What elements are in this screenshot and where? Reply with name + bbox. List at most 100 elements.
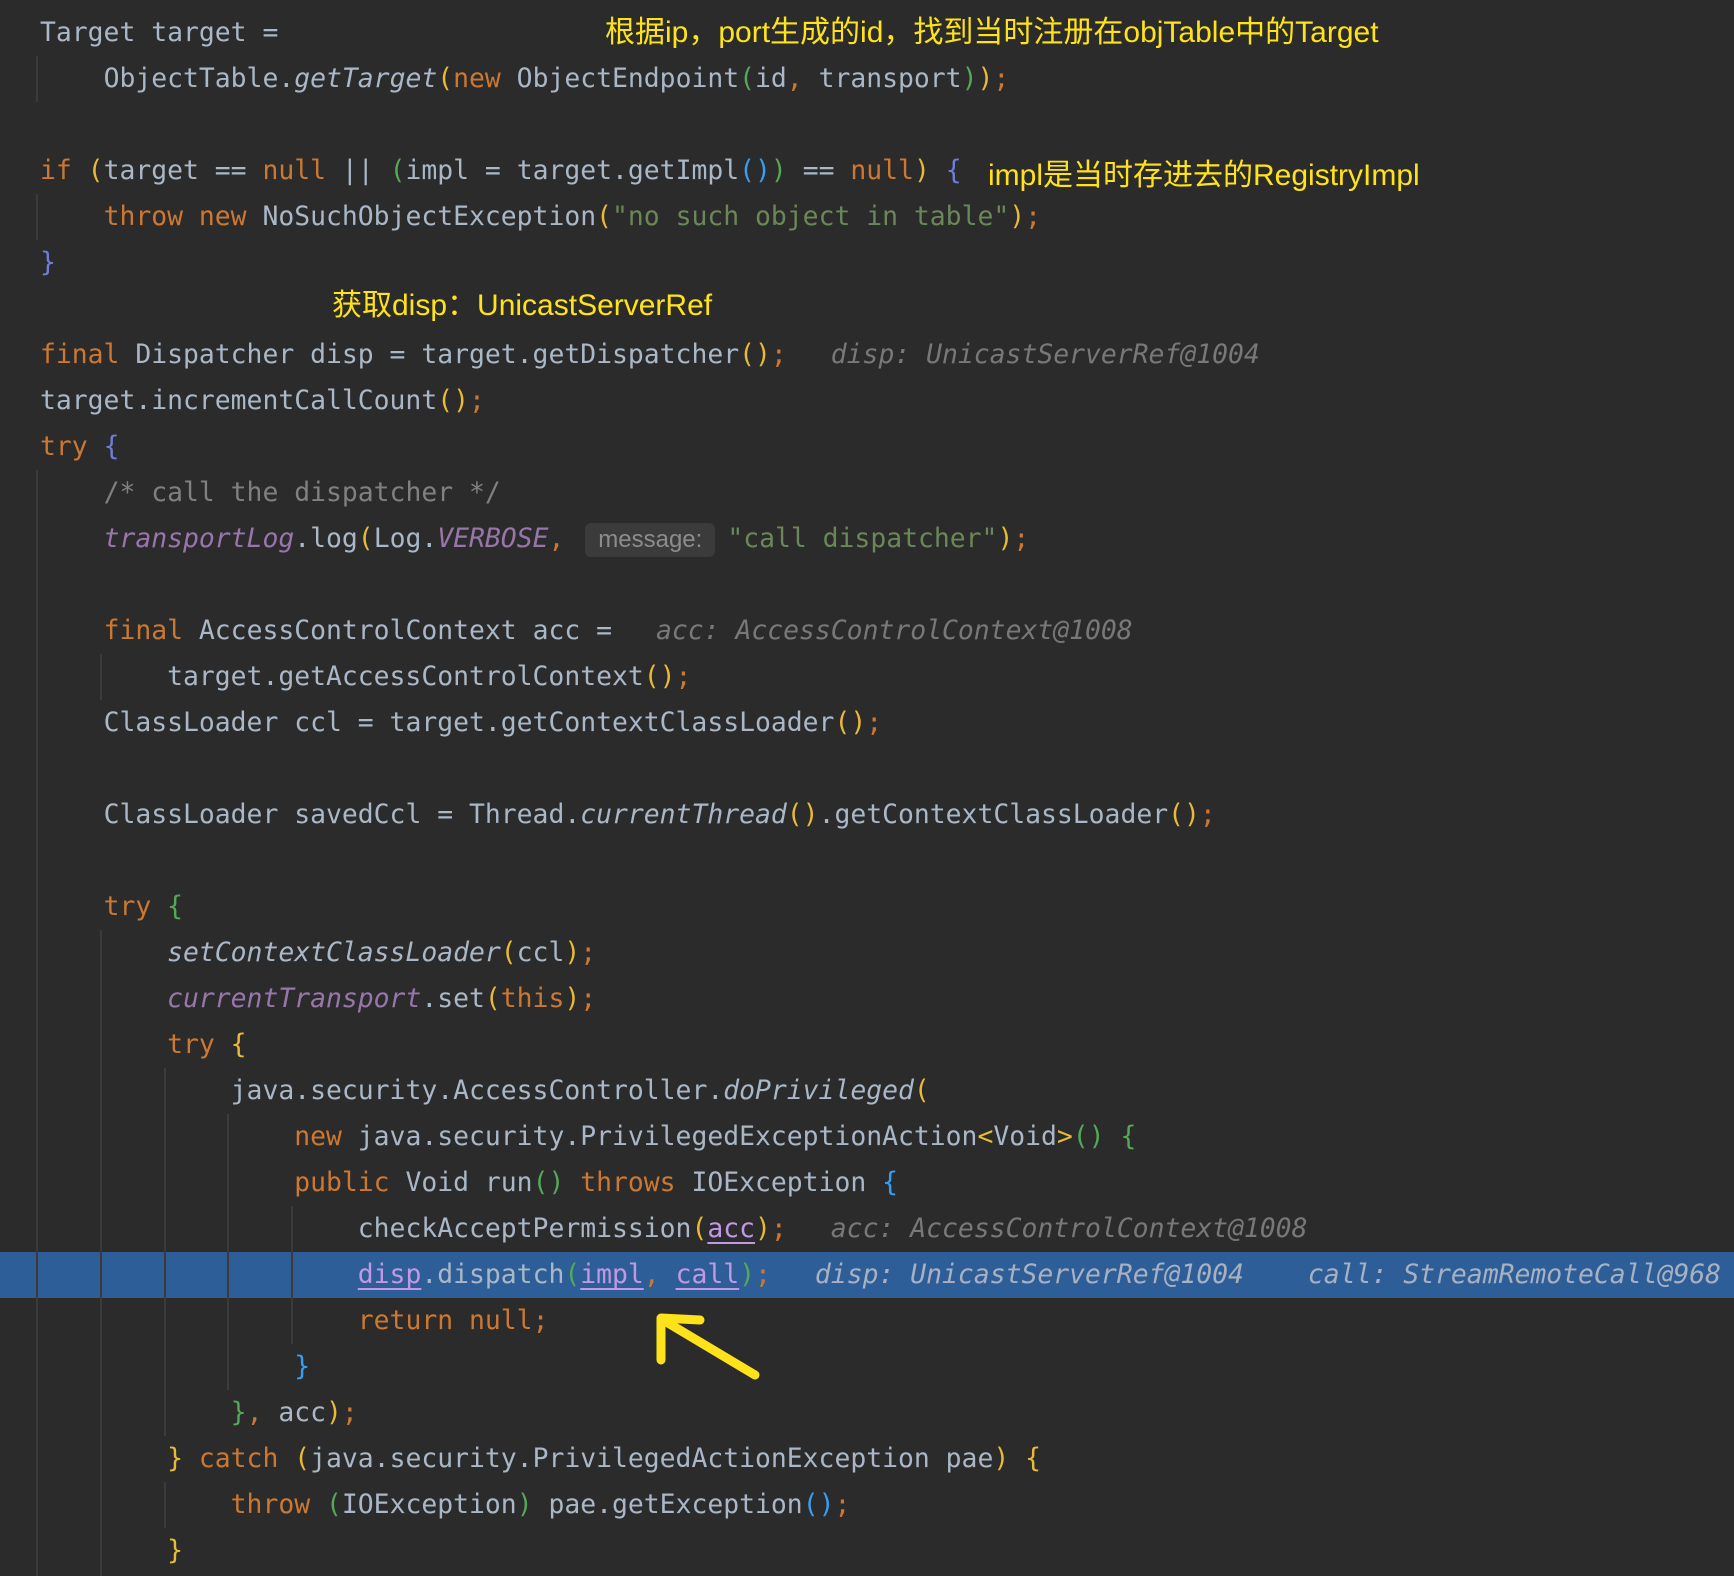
- code-line[interactable]: if (target == null || (impl = target.get…: [0, 148, 1734, 194]
- code-token: id: [755, 63, 787, 94]
- code-token: try: [40, 431, 88, 462]
- code-line[interactable]: throw (IOException) pae.getException();: [0, 1482, 1734, 1528]
- code-line[interactable]: ClassLoader savedCcl = Thread.currentThr…: [0, 792, 1734, 838]
- code-token: ;: [580, 983, 597, 1014]
- code-token: ;: [1199, 799, 1216, 830]
- code-line[interactable]: try {: [0, 424, 1734, 470]
- code-line[interactable]: final AccessControlContext acc = acc: Acc…: [0, 608, 1734, 654]
- code-line[interactable]: }: [0, 1344, 1734, 1390]
- code-token: AccessControlContext acc =: [183, 615, 613, 646]
- code-line[interactable]: final Dispatcher disp = target.getDispat…: [0, 332, 1734, 378]
- code-token: }: [167, 1535, 183, 1566]
- code-token: target.getAccessControlContext: [167, 661, 644, 692]
- code-token: (: [326, 1489, 342, 1520]
- code-token: getTarget: [294, 63, 438, 94]
- code-token: {: [1120, 1121, 1137, 1152]
- code-token: }: [230, 1397, 247, 1428]
- code-token: {: [882, 1167, 899, 1198]
- code-token: IOException: [675, 1167, 883, 1198]
- code-token: (: [87, 155, 104, 186]
- code-token: currentTransport: [167, 983, 422, 1014]
- code-token: Dispatcher disp = target.getDispatcher: [119, 339, 740, 370]
- code-line[interactable]: /* call the dispatcher */: [0, 470, 1734, 516]
- code-line[interactable]: ObjectTable.getTarget(new ObjectEndpoint…: [0, 56, 1734, 102]
- code-token: throw new: [103, 201, 247, 232]
- code-line[interactable]: throw new NoSuchObjectException("no such…: [0, 194, 1734, 240]
- code-token: }: [40, 247, 56, 278]
- code-line[interactable]: [0, 102, 1734, 148]
- code-token: (): [437, 385, 469, 416]
- code-token: java.security.PrivilegedActionException …: [310, 1443, 994, 1474]
- code-token: ;: [469, 385, 485, 416]
- code-line[interactable]: currentTransport.set(this);: [0, 976, 1734, 1022]
- code-line[interactable]: }: [0, 240, 1734, 286]
- code-token: ,: [246, 1397, 263, 1428]
- code-token: ;: [580, 937, 597, 968]
- code-token: (: [294, 1443, 311, 1474]
- code-token: Target target =: [40, 17, 279, 48]
- code-line[interactable]: public Void run() throws IOException {: [0, 1160, 1734, 1206]
- execution-point-line[interactable]: disp.dispatch(impl, call); disp: UnicastS…: [0, 1252, 1734, 1298]
- code-token: (: [389, 155, 406, 186]
- parameter-name-hint: message:: [585, 522, 716, 557]
- code-token: ClassLoader ccl = target.getContextClass…: [103, 707, 835, 738]
- code-token: ;: [1025, 201, 1042, 232]
- code-token: (): [802, 1489, 835, 1520]
- code-token: (: [691, 1213, 708, 1244]
- code-line[interactable]: setContextClassLoader(ccl);: [0, 930, 1734, 976]
- code-line[interactable]: [0, 746, 1734, 792]
- code-token: {: [167, 891, 184, 922]
- code-line[interactable]: ClassLoader ccl = target.getContextClass…: [0, 700, 1734, 746]
- code-token: (: [437, 63, 454, 94]
- code-line[interactable]: } catch (java.security.PrivilegedActionE…: [0, 1436, 1734, 1482]
- code-token: Void: [993, 1121, 1057, 1152]
- code-token: ): [326, 1397, 342, 1428]
- code-token: IOException: [341, 1489, 517, 1520]
- code-token: java.security.PrivilegedExceptionAction: [341, 1121, 978, 1152]
- code-line[interactable]: target.incrementCallCount();: [0, 378, 1734, 424]
- code-token: (): [834, 707, 867, 738]
- code-token: >: [1056, 1121, 1073, 1152]
- code-token: throw: [230, 1489, 311, 1520]
- code-line[interactable]: [0, 286, 1734, 332]
- code-token: final: [103, 615, 184, 646]
- code-token: ): [755, 155, 771, 186]
- code-line[interactable]: [0, 838, 1734, 884]
- code-line[interactable]: [0, 562, 1734, 608]
- code-line[interactable]: java.security.AccessController.doPrivile…: [0, 1068, 1734, 1114]
- code-line[interactable]: return null;: [0, 1298, 1734, 1344]
- code-token: (): [643, 661, 676, 692]
- code-line[interactable]: target.getAccessControlContext();: [0, 654, 1734, 700]
- code-token: ): [1009, 201, 1026, 232]
- code-line[interactable]: transportLog.log(Log.VERBOSE, message: "c…: [0, 516, 1734, 562]
- code-token: (): [786, 799, 819, 830]
- code-token: ): [770, 155, 787, 186]
- code-editor[interactable]: Target target = ObjectTable.getTarget(ne…: [0, 0, 1734, 1576]
- code-token: ): [977, 63, 994, 94]
- code-line[interactable]: }, acc);: [0, 1390, 1734, 1436]
- code-line[interactable]: }: [0, 1528, 1734, 1574]
- code-line[interactable]: checkAcceptPermission(acc); acc: AccessCo…: [0, 1206, 1734, 1252]
- code-line[interactable]: try {: [0, 1022, 1734, 1068]
- code-token: acc: [707, 1213, 756, 1244]
- code-line[interactable]: try {: [0, 884, 1734, 930]
- code-lines[interactable]: Target target = ObjectTable.getTarget(ne…: [0, 0, 1734, 1576]
- code-line[interactable]: new java.security.PrivilegedExceptionAct…: [0, 1114, 1734, 1160]
